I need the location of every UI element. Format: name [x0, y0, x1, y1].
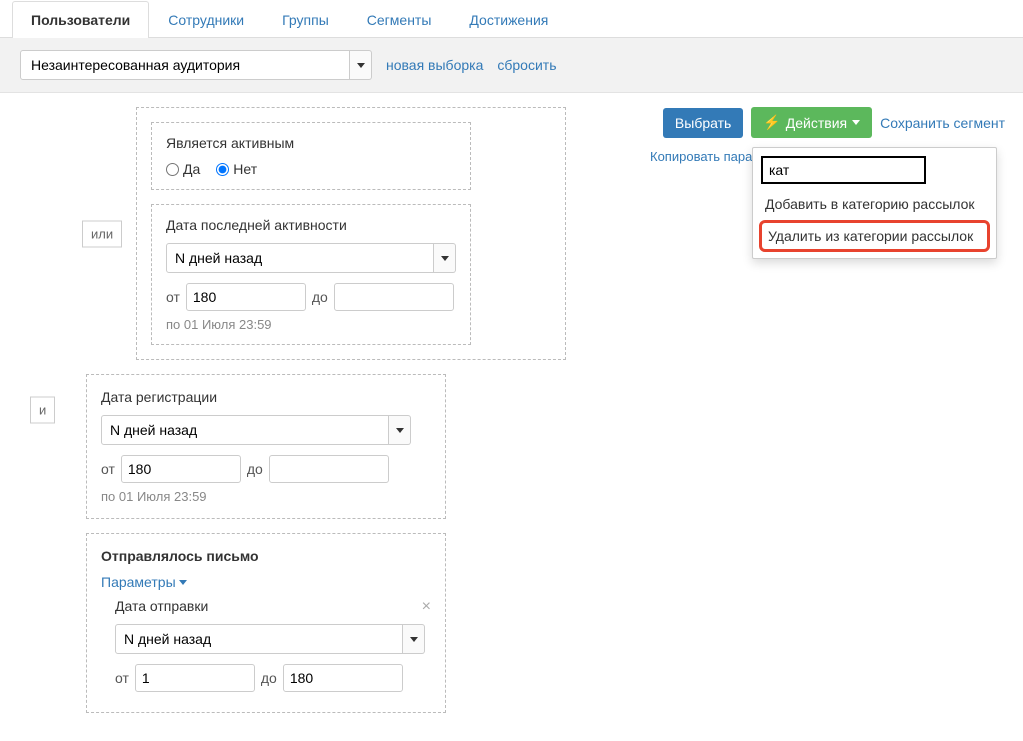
- segment-caret[interactable]: [350, 50, 372, 80]
- period-select[interactable]: [166, 243, 456, 273]
- rule-send-date-title: Дата отправки: [115, 598, 431, 614]
- copy-params-link[interactable]: Копировать пара: [650, 149, 752, 164]
- tab-users[interactable]: Пользователи: [12, 1, 149, 38]
- date-note: по 01 Июля 23:59: [166, 317, 456, 332]
- params-link[interactable]: Параметры: [101, 574, 187, 590]
- rule-reg-date-title: Дата регистрации: [101, 389, 431, 405]
- select-button[interactable]: Выбрать: [663, 108, 743, 138]
- operator-and: и: [30, 397, 55, 424]
- close-icon[interactable]: ×: [422, 598, 431, 616]
- segment-select[interactable]: [20, 50, 372, 80]
- chevron-down-icon: [179, 580, 187, 585]
- rule-is-active-title: Является активным: [166, 135, 456, 151]
- dropdown-item-add[interactable]: Добавить в категорию рассылок: [761, 190, 988, 218]
- chevron-down-icon: [357, 63, 365, 68]
- chevron-down-icon: [852, 120, 860, 125]
- main-tabs: Пользователи Сотрудники Группы Сегменты …: [0, 0, 1023, 38]
- chevron-down-icon: [441, 256, 449, 261]
- chevron-down-icon: [410, 637, 418, 642]
- to-label: до: [312, 289, 328, 305]
- tab-achievements[interactable]: Достижения: [450, 1, 567, 38]
- period-caret[interactable]: [403, 624, 425, 654]
- segment-input[interactable]: [20, 50, 350, 80]
- chevron-down-icon: [396, 428, 404, 433]
- new-selection-link[interactable]: новая выборка: [386, 57, 483, 73]
- to-input[interactable]: [283, 664, 403, 692]
- actions-button[interactable]: ⚡Действия: [751, 107, 872, 138]
- tab-groups[interactable]: Группы: [263, 1, 348, 38]
- from-input[interactable]: [135, 664, 255, 692]
- period-caret[interactable]: [389, 415, 411, 445]
- rule-email-title: Отправлялось письмо: [101, 548, 431, 564]
- to-input[interactable]: [269, 455, 389, 483]
- dropdown-search[interactable]: [761, 156, 926, 184]
- actions-dropdown: Добавить в категорию рассылок Удалить из…: [752, 147, 997, 259]
- to-input[interactable]: [334, 283, 454, 311]
- tab-segments[interactable]: Сегменты: [348, 1, 451, 38]
- from-input[interactable]: [121, 455, 241, 483]
- radio-yes[interactable]: Да: [166, 161, 200, 177]
- dropdown-item-remove[interactable]: Удалить из категории рассылок: [759, 220, 990, 252]
- period-caret[interactable]: [434, 243, 456, 273]
- bolt-icon: ⚡: [763, 114, 780, 131]
- filter-bar: новая выборка сбросить: [0, 38, 1023, 93]
- date-note: по 01 Июля 23:59: [101, 489, 431, 504]
- reset-link[interactable]: сбросить: [497, 57, 556, 73]
- operator-or: или: [82, 220, 122, 247]
- from-label: от: [166, 289, 180, 305]
- period-select-send[interactable]: [115, 624, 425, 654]
- period-select-reg[interactable]: [101, 415, 411, 445]
- from-input[interactable]: [186, 283, 306, 311]
- rule-last-activity-title: Дата последней активности: [166, 217, 456, 233]
- tab-staff[interactable]: Сотрудники: [149, 1, 263, 38]
- radio-no[interactable]: Нет: [216, 161, 257, 177]
- save-segment-link[interactable]: Сохранить сегмент: [880, 115, 1005, 131]
